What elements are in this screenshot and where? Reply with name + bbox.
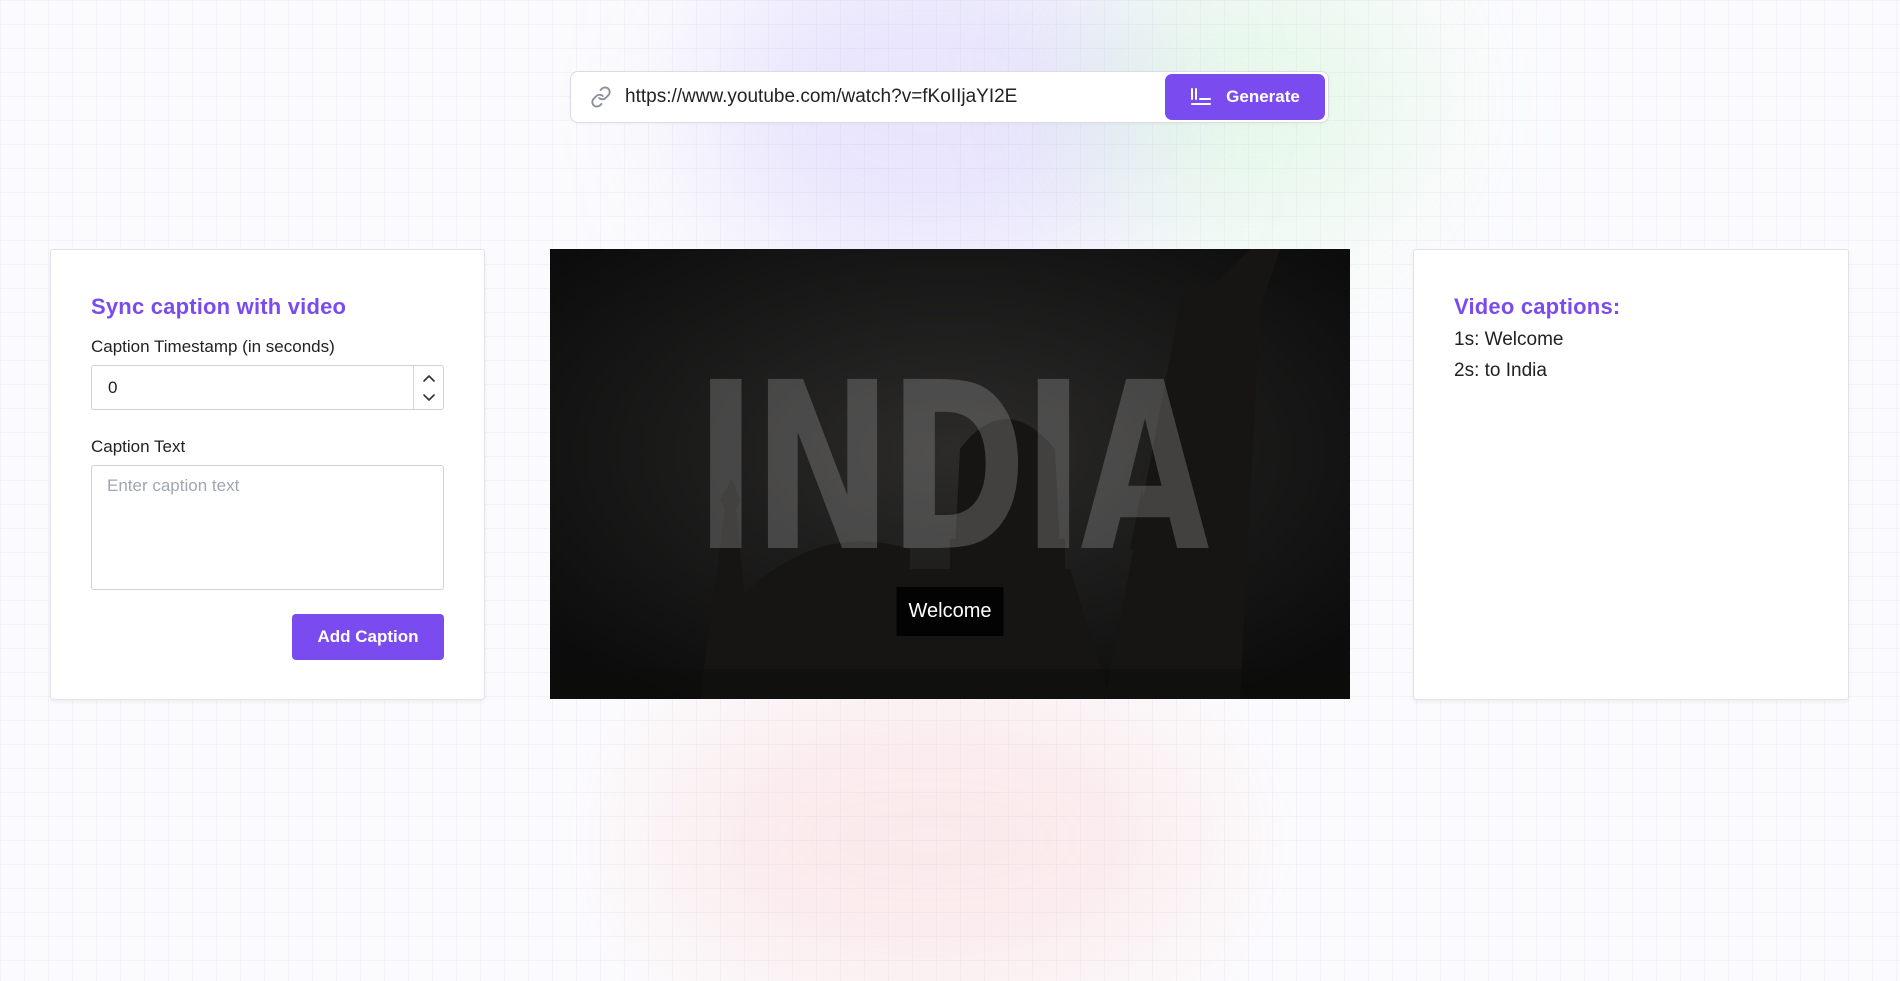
caption-list-item: 2s: to India [1454, 360, 1547, 381]
timestamp-input[interactable] [92, 366, 413, 409]
caption-text-label: Caption Text [91, 437, 186, 456]
generate-button-label: Generate [1226, 87, 1300, 106]
sync-panel-title: Sync caption with video [91, 294, 347, 319]
captions-list: 1s: Welcome 2s: to India [1454, 324, 1808, 386]
video-player[interactable]: INDIA Welcome [550, 249, 1350, 699]
chevron-down-icon[interactable] [419, 390, 439, 406]
captions-panel-title: Video captions: [1454, 294, 1621, 319]
timestamp-field [91, 365, 444, 410]
video-caption-overlay: Welcome [896, 587, 1004, 636]
timestamp-spinner [413, 366, 443, 409]
link-icon [589, 85, 613, 109]
video-title-text: INDIA [694, 333, 1210, 603]
add-caption-button[interactable]: Add Caption [292, 614, 444, 660]
background-glow-pink [650, 680, 1210, 981]
chevron-up-icon[interactable] [419, 370, 439, 386]
caption-text-input[interactable] [91, 465, 444, 590]
timestamp-label: Caption Timestamp (in seconds) [91, 337, 335, 356]
align-left-icon [1190, 86, 1212, 108]
sync-caption-panel: Sync caption with video Caption Timestam… [50, 249, 485, 700]
url-bar: Generate [570, 71, 1329, 123]
generate-button[interactable]: Generate [1165, 74, 1325, 120]
url-input[interactable] [625, 72, 1165, 122]
video-captions-panel: Video captions: 1s: Welcome 2s: to India [1413, 249, 1849, 700]
caption-list-item: 1s: Welcome [1454, 329, 1564, 350]
